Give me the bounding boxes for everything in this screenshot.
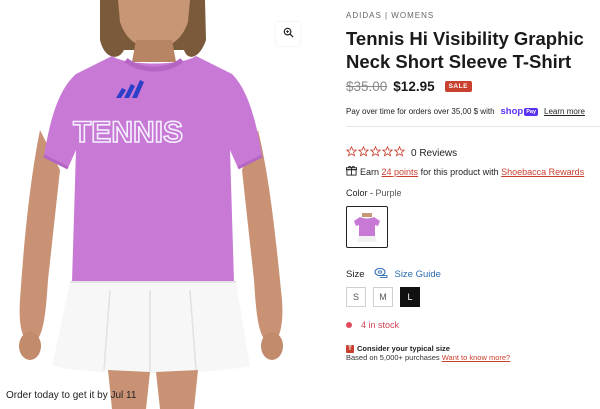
ruler-icon — [374, 265, 388, 283]
shop-pay-installments: Pay over time for orders over 35,00 $ wi… — [346, 106, 585, 117]
swatch-thumbnail — [350, 210, 384, 244]
size-option-l[interactable]: L — [400, 287, 420, 307]
rewards-points: Earn 24 points for this product with Sho… — [346, 165, 584, 178]
sale-badge: SALE — [444, 81, 472, 92]
points-link[interactable]: 24 points — [382, 167, 419, 177]
gift-icon — [346, 165, 357, 178]
stock-dot-icon — [346, 322, 352, 328]
color-separator: - — [370, 188, 374, 198]
points-prefix: Earn — [360, 166, 380, 177]
zoom-button[interactable] — [276, 22, 300, 46]
color-selected-value: Purple — [375, 188, 402, 198]
shop-pay-pill: Pay — [524, 107, 539, 116]
learn-more-link[interactable]: Learn more — [544, 107, 585, 116]
divider — [346, 126, 600, 127]
product-gallery: TENNIS — [0, 0, 312, 409]
product-title-line1: Tennis Hi Visibility Graphic — [346, 28, 584, 49]
fit-advice-title: T Consider your typical size — [346, 344, 450, 353]
fit-advice-basis: Based on 5,000+ purchases — [346, 353, 440, 362]
delivery-estimate: Order today to get it by Jul 11 — [6, 390, 137, 401]
size-option-s[interactable]: S — [346, 287, 366, 307]
size-guide-link[interactable]: Size Guide — [374, 265, 441, 283]
product-title-line2: Neck Short Sleeve T-Shirt — [346, 51, 572, 72]
fit-advice-link[interactable]: Want to know more? — [442, 353, 511, 362]
star-outline-icon — [369, 144, 382, 162]
product-info: ADIDAS | WOMENS Tennis Hi Visibility Gra… — [346, 0, 600, 409]
color-label: Color - Purple — [346, 188, 402, 198]
size-option-m[interactable]: M — [373, 287, 393, 307]
compare-price: $35.00 — [346, 79, 388, 94]
stock-status: 4 in stock — [346, 320, 399, 330]
star-outline-icon — [357, 144, 370, 162]
size-options: S M L — [346, 287, 420, 307]
reviews-summary[interactable]: 0 Reviews — [346, 144, 457, 162]
product-title: Tennis Hi Visibility Graphic Neck Short … — [346, 27, 600, 73]
fit-advice-subtitle: Based on 5,000+ purchases Want to know m… — [346, 353, 510, 362]
fit-advice-heading: Consider your typical size — [357, 344, 450, 353]
stock-text: 4 in stock — [361, 320, 400, 330]
color-label-text: Color — [346, 188, 368, 198]
star-outline-icon — [393, 144, 406, 162]
price-row: $35.00 $12.95 SALE — [346, 79, 472, 94]
rewards-program-link[interactable]: Shoebacca Rewards — [501, 167, 584, 177]
size-label: Size — [346, 268, 365, 280]
star-outline-icon — [346, 144, 358, 162]
star-outline-icon — [381, 144, 394, 162]
size-row: Size Size Guide — [346, 265, 441, 283]
shop-pay-logo: shop — [500, 106, 524, 117]
color-swatch-purple[interactable] — [346, 206, 388, 248]
star-rating — [346, 144, 406, 162]
pay-over-time-text: Pay over time for orders over 35,00 $ wi… — [346, 107, 495, 116]
shirt-print: TENNIS — [73, 116, 183, 149]
product-vendor[interactable]: ADIDAS | WOMENS — [346, 11, 434, 20]
sale-price: $12.95 — [393, 79, 435, 94]
size-guide-label: Size Guide — [394, 268, 441, 280]
product-image[interactable]: TENNIS — [0, 0, 312, 409]
fit-badge-icon: T — [346, 344, 354, 353]
points-middle: for this product with — [420, 166, 499, 177]
zoom-in-icon — [283, 25, 294, 43]
reviews-count[interactable]: 0 Reviews — [411, 148, 457, 159]
